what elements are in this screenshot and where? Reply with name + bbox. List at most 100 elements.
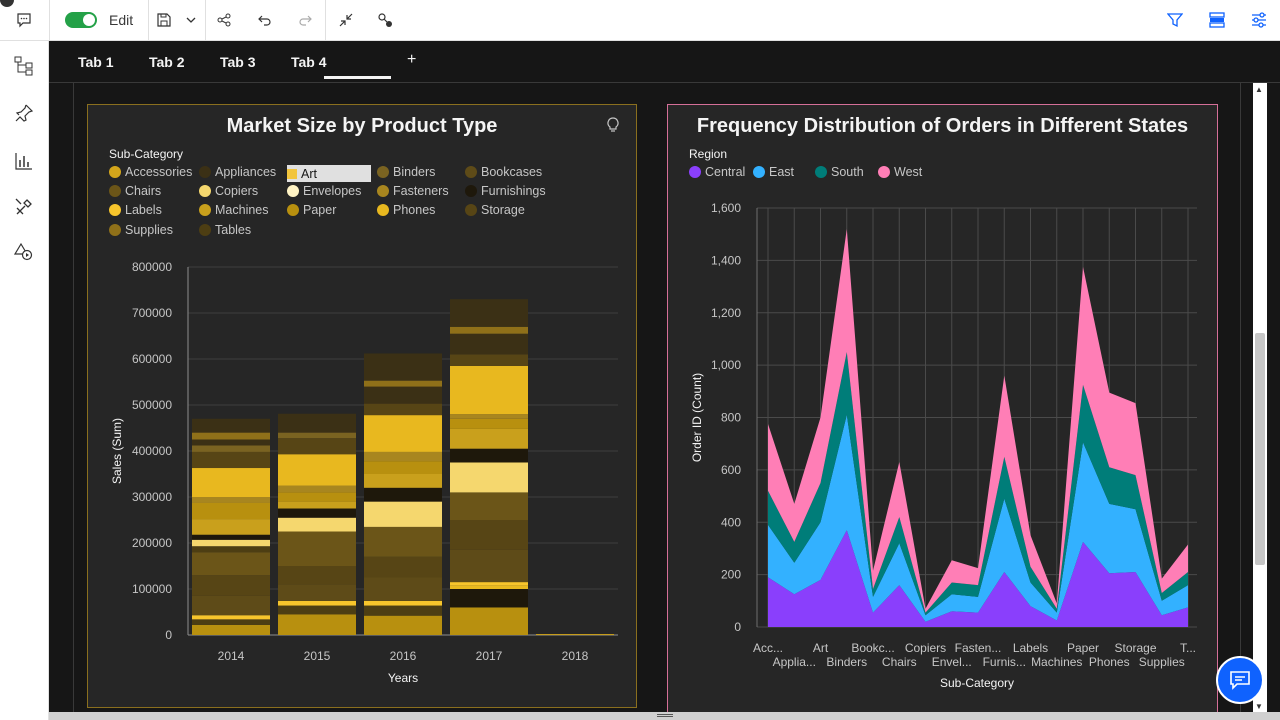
bar-segment — [450, 520, 528, 550]
comment-icon[interactable] — [12, 8, 36, 32]
bar-segment — [450, 589, 528, 608]
tab-4[interactable]: Tab 4 — [291, 54, 327, 70]
bar-segment — [192, 418, 270, 433]
bar-segment — [450, 414, 528, 419]
bar-segment — [364, 526, 442, 557]
vertical-scrollbar[interactable]: ▲ ▼ — [1253, 83, 1267, 713]
toolbar-separator — [325, 0, 326, 41]
y-tick-label: 700000 — [132, 306, 172, 320]
market-size-widget[interactable]: Market Size by Product Type Sub-Category… — [87, 104, 637, 708]
bar-segment — [278, 501, 356, 509]
filter-icon[interactable] — [1163, 8, 1187, 32]
bar-segment — [450, 354, 528, 366]
x-tick-label: 2014 — [218, 649, 245, 663]
redo-icon[interactable] — [293, 8, 317, 32]
bar-segment — [278, 413, 356, 433]
tools-icon[interactable] — [12, 195, 36, 219]
bar-segment — [192, 615, 270, 620]
bar-segment — [450, 365, 528, 415]
bar-segment — [450, 462, 528, 493]
bar-segment — [278, 584, 356, 601]
undo-icon[interactable] — [253, 8, 277, 32]
shapes-icon[interactable] — [12, 240, 36, 264]
bar-segment — [278, 454, 356, 486]
tab-3[interactable]: Tab 3 — [220, 54, 256, 70]
y-axis-label: Sales (Sum) — [110, 418, 124, 484]
x-tick-label: Storage — [1114, 641, 1156, 655]
bar-segment — [364, 415, 442, 452]
bar-chart-icon[interactable] — [12, 149, 36, 173]
chevron-down-icon[interactable] — [179, 8, 203, 32]
y-tick-label: 600000 — [132, 352, 172, 366]
x-tick-label: 2017 — [476, 649, 503, 663]
x-tick-label: Machines — [1031, 655, 1082, 669]
top-toolbar: Edit — [0, 0, 1280, 41]
share-icon[interactable] — [212, 8, 236, 32]
x-axis-label: Sub-Category — [940, 676, 1014, 690]
x-tick-label: Envel... — [932, 655, 972, 669]
bar-segment — [192, 445, 270, 452]
toolbar-separator — [205, 0, 206, 41]
bar-segment — [192, 534, 270, 540]
bar-chart: 0 100000 200000 300000 400000 500000 600000 700… — [110, 260, 618, 685]
x-tick-label: Paper — [1067, 641, 1099, 655]
tree-icon[interactable] — [12, 54, 36, 78]
bar-segment — [278, 600, 356, 606]
edit-toggle[interactable] — [65, 12, 97, 28]
bar-segment — [450, 549, 528, 583]
x-axis-label: Years — [388, 671, 418, 685]
scroll-thumb[interactable] — [1255, 333, 1265, 565]
bar-segment — [364, 403, 442, 416]
bar-segment — [278, 492, 356, 502]
bar-segment — [364, 556, 442, 578]
save-icon[interactable] — [152, 8, 176, 32]
settings-icon[interactable] — [1247, 8, 1271, 32]
bar-segment — [364, 600, 442, 606]
scroll-up-arrow[interactable]: ▲ — [1255, 85, 1263, 94]
y-tick-label: 300000 — [132, 490, 172, 504]
area-chart: 02004006008001,0001,2001,4001,600Acc... A… — [690, 201, 1197, 690]
bar-segment — [192, 451, 270, 469]
x-tick-label: Copiers — [905, 641, 946, 655]
bar-segment — [364, 380, 442, 387]
resize-grip[interactable] — [657, 714, 673, 717]
y-tick-label: 800 — [721, 411, 741, 425]
y-tick-label: 200 — [721, 568, 741, 582]
connect-icon[interactable] — [373, 8, 397, 32]
order-frequency-widget[interactable]: Frequency Distribution of Orders in Diff… — [667, 104, 1218, 720]
toggle-knob — [83, 14, 95, 26]
bar-segment — [364, 386, 442, 404]
bar-segment — [192, 546, 270, 553]
chat-button[interactable] — [1216, 656, 1264, 704]
y-tick-label: 0 — [734, 620, 741, 634]
pin-icon[interactable] — [12, 101, 36, 125]
x-tick-label: Binders — [826, 655, 867, 669]
scroll-down-arrow[interactable]: ▼ — [1255, 702, 1263, 711]
collapse-icon[interactable] — [334, 8, 358, 32]
bar-segment — [278, 614, 356, 635]
bar-segment — [192, 539, 270, 547]
bar-segment — [278, 432, 356, 439]
bar-segment — [192, 468, 270, 497]
bar-segment — [364, 577, 442, 601]
tab-1[interactable]: Tab 1 — [78, 54, 114, 70]
bar-segment — [278, 485, 356, 493]
x-tick-label: 2018 — [562, 649, 589, 663]
bar-segment — [364, 353, 442, 381]
data-icon[interactable] — [1205, 8, 1229, 32]
bar-segment — [192, 502, 270, 520]
tab-bar: Tab 1 Tab 2 Tab 3 Tab 4 + — [49, 41, 1280, 82]
x-tick-label: Furnis... — [983, 655, 1026, 669]
x-tick-label: 2016 — [390, 649, 417, 663]
bar-segment — [450, 428, 528, 449]
y-tick-label: 0 — [165, 628, 172, 642]
tab-2[interactable]: Tab 2 — [149, 54, 185, 70]
bar-segment — [450, 333, 528, 355]
add-tab-button[interactable]: + — [407, 51, 416, 69]
bar-segment — [192, 595, 270, 616]
y-tick-label: 500000 — [132, 398, 172, 412]
y-tick-label: 200000 — [132, 536, 172, 550]
bar-segment — [278, 438, 356, 455]
y-axis-label: Order ID (Count) — [690, 373, 704, 462]
bar-segment — [364, 461, 442, 474]
